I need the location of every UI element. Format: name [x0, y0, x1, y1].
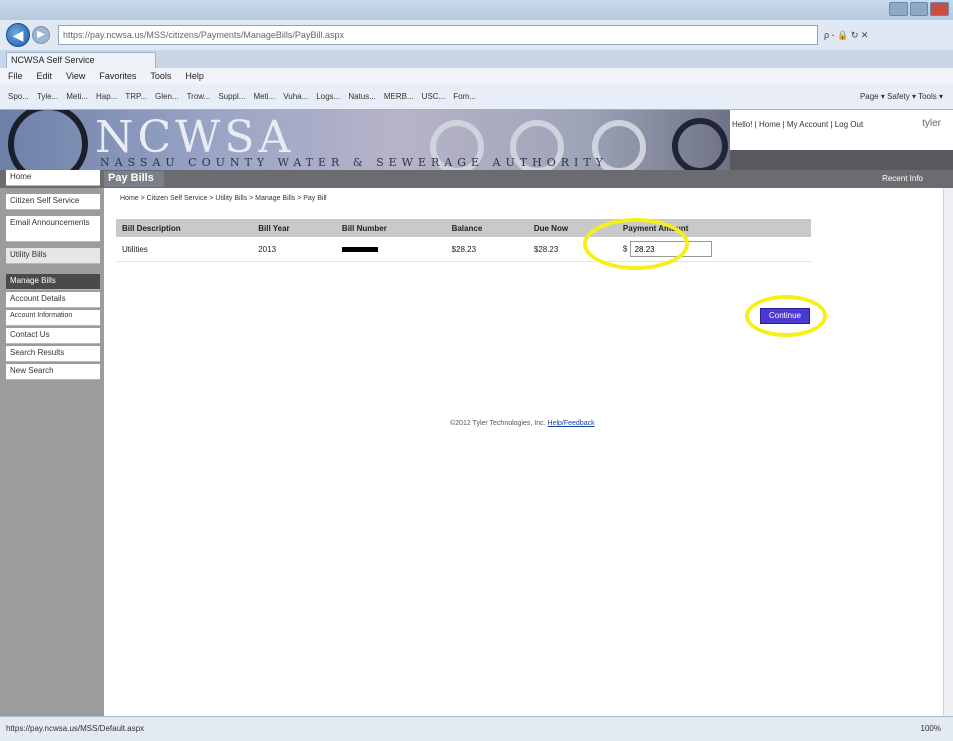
highlight-ellipse: [583, 218, 689, 270]
menu-favorites[interactable]: Favorites: [99, 71, 136, 81]
logo-subtitle: NASSAU COUNTY WATER & SEWERAGE AUTHORITY: [100, 156, 608, 169]
tyler-logo: tyler: [922, 118, 941, 129]
favorite-link[interactable]: Logs...: [316, 92, 340, 101]
address-text: https://pay.ncwsa.us/MSS/citizens/Paymen…: [63, 30, 344, 40]
breadcrumb[interactable]: Home > Citizen Self Service > Utility Bi…: [120, 195, 327, 202]
favorite-link[interactable]: Fom...: [453, 92, 476, 101]
recent-info-link[interactable]: Recent Info: [882, 174, 923, 183]
sidebar-item-account-information[interactable]: Account Information: [6, 310, 100, 326]
window-titlebar: [0, 0, 953, 20]
sidebar-item-label: Search Results: [10, 348, 65, 357]
scrollbar[interactable]: [943, 188, 953, 716]
table-row: Utilities 2013 $28.23 $28.23 $: [116, 237, 811, 262]
maximize-button[interactable]: [909, 2, 929, 16]
cell-number: [335, 237, 446, 262]
footer-copyright: ©2012 Tyler Technologies, Inc.: [450, 420, 548, 427]
browser-chrome: ◀ ▶ https://pay.ncwsa.us/MSS/citizens/Pa…: [0, 0, 953, 110]
menu-tools[interactable]: Tools: [150, 71, 171, 81]
logo-seal: [8, 110, 88, 170]
back-button[interactable]: ◀: [6, 23, 30, 47]
sidebar-item-contact-us[interactable]: Contact Us: [6, 328, 100, 344]
window-controls: [889, 2, 950, 16]
col-bill-year: Bill Year: [252, 219, 336, 237]
redacted-bill-number: [341, 246, 378, 252]
tab-title: NCWSA Self Service: [11, 55, 95, 65]
sidebar-item-label: Contact Us: [10, 330, 50, 339]
address-tools[interactable]: ρ - 🔒 ↻ ✕: [824, 30, 868, 41]
menu-help[interactable]: Help: [185, 71, 204, 81]
help-feedback-link[interactable]: Help/Feedback: [548, 420, 595, 427]
favorite-link[interactable]: Meti...: [253, 92, 275, 101]
favorite-link[interactable]: Vuha...: [283, 92, 308, 101]
favorite-link[interactable]: USC...: [422, 92, 446, 101]
sidebar-item-label: Citizen Self Service: [10, 196, 80, 205]
sidebar-item-label: Utility Bills: [10, 250, 47, 259]
sidebar-item-home[interactable]: Home: [6, 170, 100, 186]
favorite-link[interactable]: Meti...: [66, 92, 88, 101]
favorites-bar: Spo... Tyle... Meti... Hap... TRP... Gle…: [0, 84, 953, 110]
sidebar-item-manage-bills[interactable]: Manage Bills: [6, 274, 100, 290]
address-bar[interactable]: https://pay.ncwsa.us/MSS/citizens/Paymen…: [58, 25, 818, 45]
sidebar-item-search-results[interactable]: Search Results: [6, 346, 100, 362]
header-band: [730, 150, 953, 170]
sidebar-item-citizen-self-service[interactable]: Citizen Self Service: [6, 194, 100, 210]
forward-button[interactable]: ▶: [32, 26, 50, 44]
cell-description: Utilities: [116, 237, 253, 262]
col-balance: Balance: [445, 219, 528, 237]
address-row: ◀ ▶ https://pay.ncwsa.us/MSS/citizens/Pa…: [0, 20, 953, 50]
favorite-link[interactable]: Natus...: [348, 92, 376, 101]
tab-row: NCWSA Self Service: [0, 50, 953, 68]
banner-ring: [672, 118, 728, 170]
favorite-link[interactable]: Glen...: [155, 92, 179, 101]
highlight-ellipse: [745, 295, 827, 337]
page-title: Pay Bills: [108, 172, 154, 184]
sidebar: Home Citizen Self Service Email Announce…: [0, 170, 104, 716]
status-url: https://pay.ncwsa.us/MSS/Default.aspx: [6, 724, 145, 733]
favorite-link[interactable]: MERB...: [384, 92, 414, 101]
main-content: [104, 188, 953, 716]
browser-tab[interactable]: NCWSA Self Service: [6, 52, 156, 68]
menu-view[interactable]: View: [66, 71, 85, 81]
favorite-link[interactable]: Suppl...: [218, 92, 245, 101]
menu-bar: File Edit View Favorites Tools Help: [0, 68, 953, 84]
sidebar-item-label: Account Information: [10, 312, 73, 319]
zoom-level[interactable]: 100%: [921, 724, 941, 733]
menu-file[interactable]: File: [8, 71, 23, 81]
table-header-row: Bill Description Bill Year Bill Number B…: [116, 219, 811, 237]
sidebar-item-label: New Search: [10, 366, 54, 375]
menu-edit[interactable]: Edit: [37, 71, 53, 81]
cell-year: 2013: [252, 237, 336, 262]
col-bill-number: Bill Number: [335, 219, 446, 237]
sidebar-item-label: Email Announcements: [10, 218, 90, 227]
close-window-button[interactable]: [930, 2, 950, 16]
sidebar-item-label: Manage Bills: [10, 276, 56, 285]
sidebar-item-new-search[interactable]: New Search: [6, 364, 100, 380]
command-bar[interactable]: Page ▾ Safety ▾ Tools ▾: [860, 92, 953, 101]
cell-balance: $28.23: [445, 237, 528, 262]
col-bill-description: Bill Description: [116, 219, 253, 237]
sidebar-item-utility-bills[interactable]: Utility Bills: [6, 248, 100, 264]
header-links-area: Hello! | Home | My Account | Log Out tyl…: [730, 110, 953, 150]
sidebar-item-account-details[interactable]: Account Details: [6, 292, 100, 308]
footer: ©2012 Tyler Technologies, Inc. Help/Feed…: [450, 420, 595, 427]
site-banner: NCWSA NASSAU COUNTY WATER & SEWERAGE AUT…: [0, 110, 730, 170]
favorite-link[interactable]: Hap...: [96, 92, 117, 101]
status-bar: https://pay.ncwsa.us/MSS/Default.aspx 10…: [0, 716, 953, 741]
top-links[interactable]: Hello! | Home | My Account | Log Out: [732, 120, 863, 129]
favorite-link[interactable]: Tyle...: [37, 92, 58, 101]
bills-table: Bill Description Bill Year Bill Number B…: [116, 219, 811, 262]
favorite-link[interactable]: Trow...: [187, 92, 211, 101]
favorite-link[interactable]: Spo...: [8, 92, 29, 101]
favorite-link[interactable]: TRP...: [125, 92, 147, 101]
sidebar-item-label: Home: [10, 172, 32, 181]
minimize-button[interactable]: [889, 2, 908, 16]
sidebar-item-label: Account Details: [10, 294, 66, 303]
sidebar-item-email-announcements[interactable]: Email Announcements: [6, 216, 100, 242]
